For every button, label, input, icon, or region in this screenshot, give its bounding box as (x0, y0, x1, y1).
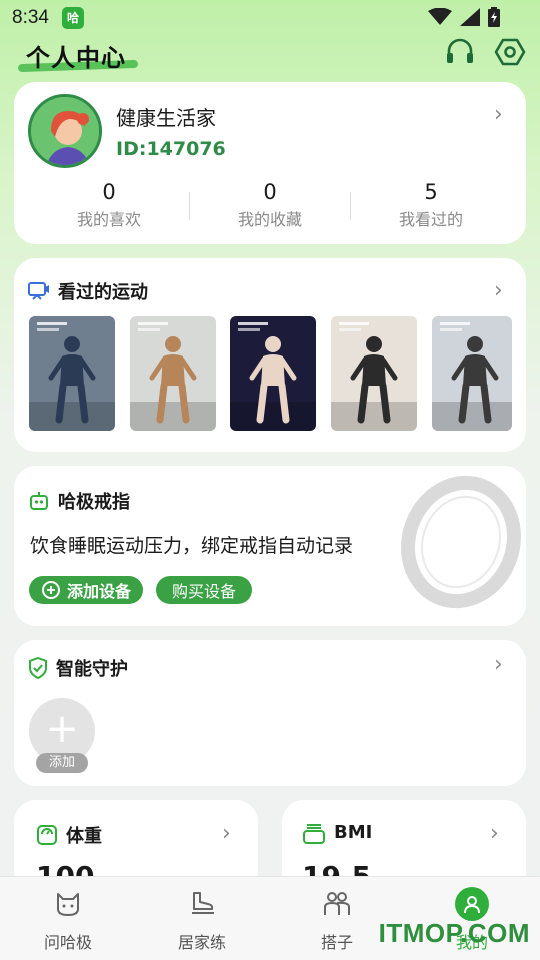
stat-favorites-value: 0 (263, 180, 277, 204)
watched-chevron-right-icon[interactable]: › (494, 280, 503, 302)
status-indicators (428, 7, 500, 27)
watched-workouts-header[interactable]: 看过的运动 (28, 278, 148, 304)
add-device-label: 添加设备 (67, 582, 132, 601)
stat-likes[interactable]: 0 我的喜欢 (39, 180, 179, 230)
scale-icon (37, 825, 57, 845)
watched-workouts-title: 看过的运动 (58, 282, 148, 303)
workout-thumbnail[interactable] (432, 316, 512, 431)
signal-icon (460, 8, 480, 26)
nav-label-home-workout: 居家练 (177, 933, 226, 952)
stat-favorites[interactable]: 0 我的收藏 (200, 180, 340, 230)
shield-check-icon (29, 657, 47, 679)
people-icon (324, 892, 350, 915)
divider (189, 192, 190, 220)
stat-likes-value: 0 (102, 180, 116, 204)
plus-circle-icon (42, 581, 60, 599)
nav-label-buddy: 搭子 (320, 933, 353, 952)
user-id: ID:147076 (116, 138, 226, 160)
nav-item-ask[interactable]: 问哈极 (18, 887, 118, 953)
cat-face-icon (57, 893, 79, 916)
smart-guard-header[interactable]: 智能守护 (28, 655, 128, 681)
ring-illustration-icon (401, 475, 521, 609)
avatar[interactable] (28, 94, 102, 168)
robot-icon (30, 492, 48, 510)
divider (350, 192, 351, 220)
weight-title: 体重 (66, 826, 102, 847)
guard-chevron-right-icon[interactable]: › (494, 654, 503, 676)
stat-likes-label: 我的喜欢 (76, 210, 141, 229)
wifi-icon (428, 8, 452, 25)
app-notification-icon: 哈 (62, 7, 84, 29)
ring-description: 饮食睡眠运动压力，绑定戒指自动记录 (30, 535, 354, 557)
stat-viewed[interactable]: 5 我看过的 (361, 180, 501, 230)
status-time: 8:34 (12, 7, 49, 28)
nav-item-home-workout[interactable]: 居家练 (152, 887, 252, 953)
workout-thumbnail[interactable] (230, 316, 316, 431)
add-device-button[interactable]: 添加设备 (29, 576, 144, 604)
stat-viewed-label: 我看过的 (398, 210, 463, 229)
username: 健康生活家 (116, 106, 216, 130)
settings-hexagon-icon[interactable] (494, 36, 526, 68)
nav-label-ask: 问哈极 (43, 933, 92, 952)
profile-chevron-right-icon[interactable]: › (494, 104, 503, 126)
stat-favorites-label: 我的收藏 (237, 210, 302, 229)
user-icon (455, 887, 489, 921)
shoe-icon (192, 892, 214, 914)
stat-viewed-value: 5 (424, 180, 438, 204)
watermark-text: ITMOP.COM (378, 918, 530, 948)
status-bar: 8:34 哈 (0, 0, 540, 36)
smart-guard-title: 智能守护 (56, 659, 128, 680)
page-title: 个人中心 (26, 38, 126, 73)
bmi-title: BMI (334, 822, 373, 843)
battery-icon (488, 7, 500, 27)
buy-device-button[interactable]: 购买设备 (156, 576, 253, 604)
ring-header: 哈极戒指 (28, 488, 130, 514)
ring-title: 哈极戒指 (58, 492, 130, 513)
video-monitor-icon (28, 282, 49, 300)
bmi-scale-icon (303, 824, 325, 844)
nav-item-buddy[interactable]: 搭子 (287, 887, 387, 953)
weight-chevron-right-icon[interactable]: › (222, 823, 231, 845)
workout-thumbnail[interactable] (29, 316, 115, 431)
headset-icon[interactable] (444, 36, 476, 68)
workout-thumbnail[interactable] (130, 316, 216, 431)
bmi-chevron-right-icon[interactable]: › (490, 823, 499, 845)
workout-thumbnail[interactable] (331, 316, 417, 431)
buy-device-label: 购买设备 (172, 582, 237, 601)
add-guard-label: 添加 (36, 753, 88, 773)
